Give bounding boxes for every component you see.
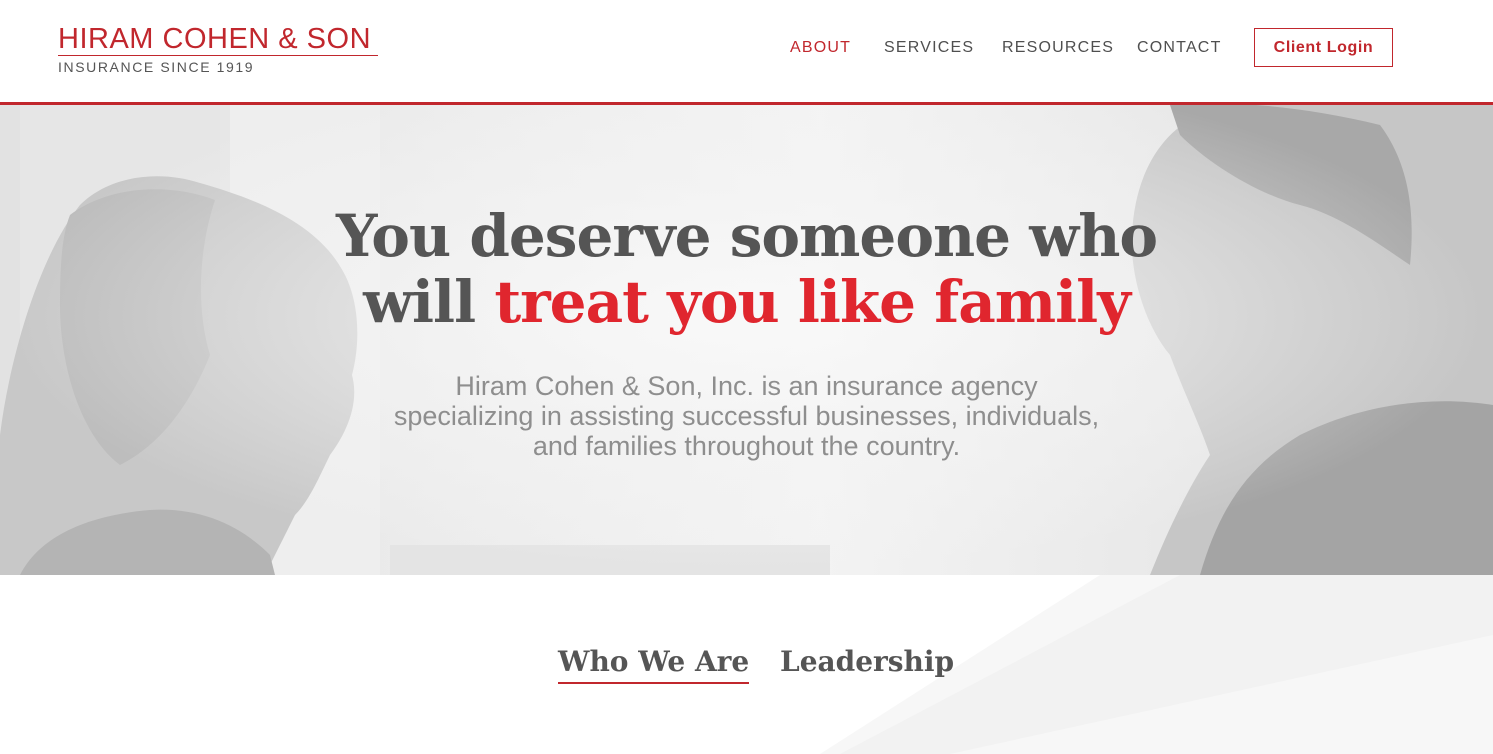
- nav-resources[interactable]: RESOURCES: [1002, 39, 1114, 57]
- hero-section: You deserve someone who will treat you l…: [0, 105, 1493, 575]
- hero-overlay: [0, 105, 1493, 575]
- logo-divider: [58, 55, 378, 56]
- client-login-button[interactable]: Client Login: [1254, 28, 1393, 67]
- about-section: Who We Are Leadership: [0, 575, 1493, 754]
- headline-line-1: You deserve someone who: [335, 202, 1158, 270]
- nav-services[interactable]: SERVICES: [884, 39, 974, 57]
- site-header: HIRAM COHEN & SON INSURANCE SINCE 1919 A…: [0, 0, 1493, 105]
- nav-contact[interactable]: CONTACT: [1137, 39, 1222, 57]
- logo[interactable]: HIRAM COHEN & SON INSURANCE SINCE 1919: [58, 24, 378, 75]
- hero-description-line-1: Hiram Cohen & Son, Inc. is an insurance …: [455, 371, 1038, 401]
- headline-accent: treat you like family: [494, 268, 1131, 336]
- tab-who-we-are[interactable]: Who We Are: [558, 645, 750, 684]
- hero-description-line-2: specializing in assisting successful bus…: [393, 401, 1100, 431]
- hero-headline: You deserve someone who will treat you l…: [0, 203, 1493, 335]
- logo-title: HIRAM COHEN & SON: [58, 23, 372, 55]
- tab-leadership[interactable]: Leadership: [780, 645, 954, 678]
- hero-description-line-3: and families throughout the country.: [532, 431, 961, 461]
- logo-subtitle: INSURANCE SINCE 1919: [58, 59, 255, 75]
- nav-about[interactable]: ABOUT: [790, 39, 851, 57]
- hero-description: Hiram Cohen & Son, Inc. is an insurance …: [0, 371, 1493, 461]
- headline-line-2-plain: will: [363, 268, 476, 336]
